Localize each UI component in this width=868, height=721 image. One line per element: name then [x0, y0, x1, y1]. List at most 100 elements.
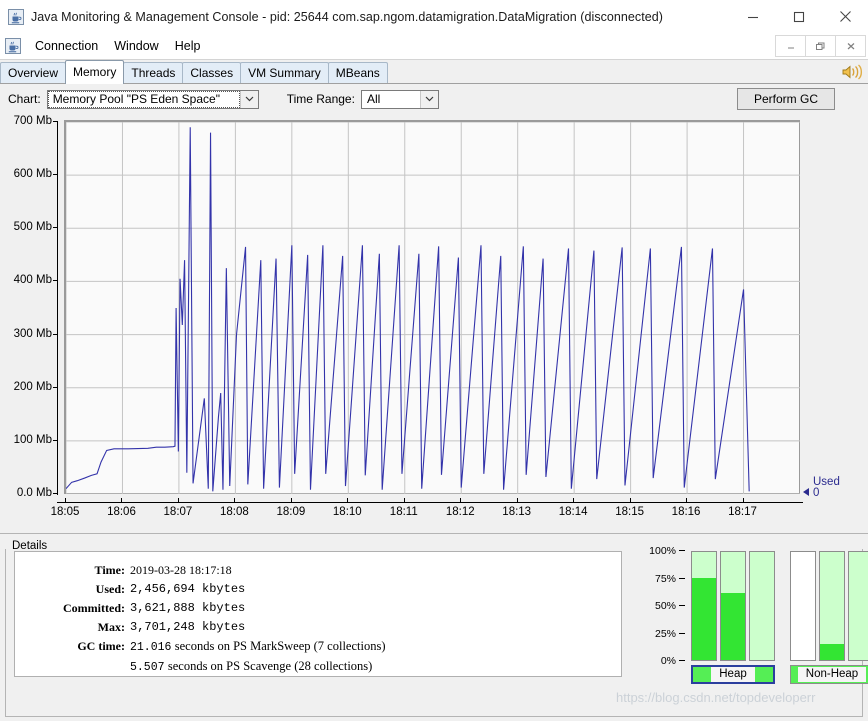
details-row-used: Used: 2,456,694 kbytes: [15, 580, 386, 599]
menu-help[interactable]: Help: [167, 36, 209, 56]
memory-bar-committed-fill: [750, 552, 774, 660]
x-axis-tick-mark: [290, 498, 292, 503]
chevron-down-icon: [419, 90, 438, 108]
y-axis-tick-label: 700 Mb: [13, 115, 52, 127]
memory-bar[interactable]: [749, 551, 775, 661]
tab-mbeans[interactable]: MBeans: [327, 62, 388, 83]
heap-group-button[interactable]: Heap: [691, 665, 775, 684]
memory-bar-axis-tick: [679, 550, 685, 552]
x-axis-tick-mark: [234, 498, 236, 503]
window-minimize-button[interactable]: [730, 0, 776, 33]
details-value-committed: 3,621,888 kbytes: [130, 601, 246, 615]
memory-bar-axis-label: 75%: [654, 572, 676, 585]
memory-group-label: Non-Heap: [797, 667, 867, 682]
memory-chart-region: 0.0 Mb 100 Mb 200 Mb 300 Mb 400 Mb 500 Mb 600 …: [0, 114, 868, 533]
details-value-gctime-marksweep: 21.016 seconds on PS MarkSweep (7 collec…: [130, 637, 386, 657]
memory-bar-committed-fill: [849, 552, 868, 660]
x-axis-tick-label: 18:08: [219, 506, 249, 518]
x-axis-tick-label: 18:14: [558, 506, 588, 518]
details-key-max: Max:: [97, 620, 125, 634]
mdi-close-button[interactable]: [835, 35, 866, 57]
x-axis-tick-mark: [629, 498, 631, 503]
memory-bar[interactable]: [720, 551, 746, 661]
chart-label: Chart:: [8, 92, 41, 106]
memory-bar[interactable]: [819, 551, 845, 661]
details-content-box: Time: 2019-03-28 18:17:18 Used: 2,456,69…: [14, 551, 622, 677]
x-axis-tick-label: 18:13: [502, 506, 532, 518]
window-controls: [730, 0, 868, 33]
details-value-used: 2,456,694 kbytes: [130, 582, 246, 596]
tab-vm-summary[interactable]: VM Summary: [240, 62, 329, 83]
memory-bar-axis-label: 50%: [654, 600, 676, 612]
y-axis-tick-label: 100 Mb: [13, 433, 52, 446]
tab-bar: Overview Memory Threads Classes VM Summa…: [0, 60, 868, 84]
time-range-select[interactable]: All: [360, 89, 439, 109]
details-row-time: Time: 2019-03-28 18:17:18: [15, 561, 386, 580]
details-row-gctime-marksweep: GC time: 21.016 seconds on PS MarkSweep …: [15, 637, 386, 657]
y-axis-tick-mark: [53, 333, 58, 335]
gctime-scavenge-desc: seconds on PS Scavenge (28 collections): [167, 659, 373, 673]
details-value-time: 2019-03-28 18:17:18: [130, 563, 232, 577]
memory-bar[interactable]: [790, 551, 816, 661]
memory-bar-axis-label: 0%: [660, 655, 676, 667]
tab-overview[interactable]: Overview: [0, 62, 67, 83]
x-axis-tick-label: 18:16: [671, 506, 701, 518]
mdi-minimize-button[interactable]: [775, 35, 805, 57]
memory-bar-used-fill: [820, 643, 844, 660]
y-axis-labels: 0.0 Mb 100 Mb 200 Mb 300 Mb 400 Mb 500 Mb 600 …: [0, 114, 52, 533]
legend-marker-icon: [803, 488, 809, 496]
y-axis-tick-mark: [53, 280, 58, 282]
details-panel: Details Time: 2019-03-28 18:17:18 Used: …: [0, 540, 868, 721]
menu-connection[interactable]: Connection: [27, 36, 106, 56]
mdi-restore-button[interactable]: [805, 35, 835, 57]
memory-group-label: Heap: [711, 667, 755, 682]
perform-gc-button[interactable]: Perform GC: [737, 88, 835, 110]
memory-usage-bars: 100% 75% 50% 25% 0% Heap Non-Heap: [644, 543, 868, 693]
tab-memory[interactable]: Memory: [65, 60, 125, 84]
y-axis-tick-label: 500 Mb: [13, 221, 52, 234]
x-axis-tick-label: 18:06: [107, 506, 136, 518]
non-heap-group-button[interactable]: Non-Heap: [790, 665, 868, 684]
x-axis-tick-mark: [403, 498, 405, 503]
chart-select-value: Memory Pool "PS Eden Space": [47, 90, 240, 108]
gctime-marksweep-desc: seconds on PS MarkSweep (7 collections): [174, 639, 386, 653]
y-axis-tick-mark: [53, 174, 58, 176]
window-maximize-button[interactable]: [776, 0, 822, 33]
x-axis-tick-label: 18:11: [389, 506, 418, 518]
details-key-blank: [15, 657, 130, 676]
y-axis-tick-label: 600 Mb: [13, 168, 52, 181]
chart-series-line: [66, 127, 749, 491]
chart-select[interactable]: Memory Pool "PS Eden Space": [46, 89, 259, 109]
gctime-scavenge-seconds: 5.507: [130, 661, 165, 674]
details-value-max: 3,701,248 kbytes: [130, 620, 246, 634]
time-range-label: Time Range:: [286, 92, 355, 106]
memory-bar[interactable]: [848, 551, 868, 661]
window-title: Java Monitoring & Management Console - p…: [31, 9, 663, 24]
y-axis-tick-label: 400 Mb: [13, 274, 52, 287]
tab-classes[interactable]: Classes: [182, 62, 242, 83]
window-close-button[interactable]: [822, 0, 868, 33]
details-row-committed: Committed: 3,621,888 kbytes: [15, 599, 386, 618]
menu-window[interactable]: Window: [106, 36, 166, 56]
y-axis-tick-mark: [53, 493, 58, 494]
x-axis-tick-label: 18:17: [728, 506, 757, 518]
details-key-time: Time:: [94, 563, 125, 577]
chart-plot-area[interactable]: [64, 120, 800, 495]
details-splitter[interactable]: [0, 533, 868, 541]
time-range-value: All: [366, 91, 381, 106]
y-axis-tick-label: 300 Mb: [13, 327, 52, 340]
y-axis-tick-mark: [53, 439, 58, 441]
memory-bar-axis-tick: [679, 660, 685, 662]
details-key-gctime: GC time:: [77, 639, 125, 653]
speaker-announce-icon[interactable]: [840, 63, 864, 81]
x-axis-tick-label: 18:15: [615, 506, 644, 518]
memory-bar-axis-tick: [679, 577, 685, 580]
x-axis: [57, 502, 803, 503]
memory-bar[interactable]: [691, 551, 717, 661]
x-axis-tick-mark: [460, 498, 462, 503]
tab-threads[interactable]: Threads: [123, 62, 184, 83]
java-cup-icon: [8, 8, 24, 25]
x-axis-tick-mark: [121, 498, 123, 503]
x-axis-tick-label: 18:09: [276, 506, 306, 518]
details-value-gctime-scavenge: 5.507 seconds on PS Scavenge (28 collect…: [130, 657, 386, 676]
